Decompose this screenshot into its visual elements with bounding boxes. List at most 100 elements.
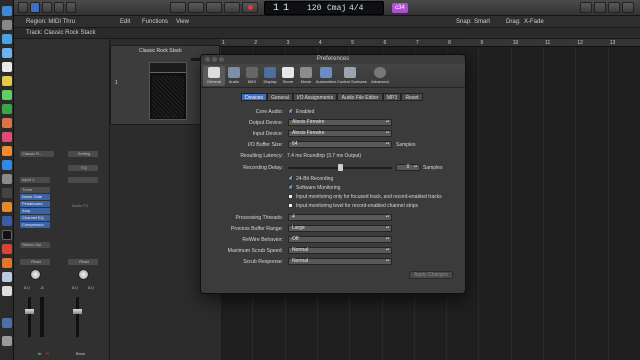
loop-browser-button[interactable] (608, 2, 620, 13)
system-preferences-icon[interactable] (2, 174, 12, 184)
notepad-button[interactable] (594, 2, 606, 13)
launchpad-icon[interactable] (2, 20, 12, 30)
record-enable-button[interactable]: R (46, 351, 49, 356)
output-slot[interactable]: Stereo Out (20, 242, 50, 248)
apply-changes-button[interactable]: Apply Changes (409, 271, 453, 279)
facetime-icon[interactable] (2, 104, 12, 114)
quicktime-icon[interactable] (2, 216, 12, 226)
cpu-badge[interactable]: c34 (392, 3, 408, 13)
edit-menu[interactable]: Edit (120, 19, 130, 25)
pan-knob[interactable] (30, 269, 41, 280)
tab-io-assignments[interactable]: I/O Assignments (293, 93, 337, 101)
lcd-display[interactable]: 1 1 120 Cmaj 4/4 (264, 1, 384, 15)
plugin-slot-compressor[interactable]: Compressor (20, 222, 50, 228)
forward-button[interactable] (188, 2, 204, 13)
buffer-range-popup[interactable]: Large (288, 225, 392, 232)
volume-fader-cap[interactable] (25, 309, 34, 314)
input-focused-checkbox[interactable] (288, 194, 293, 199)
garageband-icon[interactable] (2, 202, 12, 212)
tab-reset[interactable]: Reset (401, 93, 423, 101)
list-editors-button[interactable] (580, 2, 592, 13)
rewire-popup[interactable]: Off (288, 236, 392, 243)
calendar-icon[interactable] (2, 62, 12, 72)
input-device-popup[interactable]: Alesis Firewire (288, 130, 392, 137)
core-audio-checkbox[interactable] (288, 108, 293, 114)
textedit-icon[interactable] (2, 286, 12, 296)
plugin-slot-noise-gate[interactable]: Noise Gate (20, 194, 50, 200)
software-monitoring-checkbox[interactable] (288, 184, 293, 190)
snap-value[interactable]: Smart (474, 19, 490, 25)
toolbar-automation[interactable]: Automation (315, 66, 337, 86)
volume-fader-cap-output[interactable] (73, 309, 82, 314)
bar-ruler[interactable]: 1 2 3 4 5 6 7 8 9 10 11 12 13 (220, 39, 640, 47)
24bit-label[interactable]: 24-Bit Recording (296, 176, 333, 182)
terminal-icon[interactable] (2, 230, 12, 240)
chrome-icon[interactable] (2, 244, 12, 254)
tab-devices[interactable]: Devices (241, 93, 267, 101)
stop-button[interactable] (206, 2, 222, 13)
firefox-icon[interactable] (2, 258, 12, 268)
view-menu[interactable]: View (176, 19, 189, 25)
trash-icon[interactable] (2, 336, 12, 346)
plugin-slot-pedalboard[interactable]: Pedalboard (20, 201, 50, 207)
record-button[interactable] (242, 2, 258, 13)
tab-audio-file-editor[interactable]: Audio File Editor (337, 93, 383, 101)
toolbar-button[interactable] (42, 2, 52, 13)
scrub-speed-popup[interactable]: Normal (288, 247, 392, 254)
bounce-button[interactable]: Bnce (76, 351, 85, 356)
threads-popup[interactable]: 4 (288, 214, 392, 221)
track-name[interactable]: Classic Rock Stack (139, 48, 182, 54)
software-monitoring-label[interactable]: Software Monitoring (296, 185, 340, 191)
track-label[interactable]: Track: Classic Rock Stack (26, 30, 95, 36)
finder-icon[interactable] (2, 6, 12, 16)
functions-menu[interactable]: Functions (142, 19, 168, 25)
buffer-size-popup[interactable]: 64 (288, 141, 392, 148)
itunes-icon[interactable] (2, 132, 12, 142)
eq-slot[interactable]: EQ (68, 165, 98, 171)
output-device-popup[interactable]: Alesis Firewire (288, 119, 392, 126)
input-slot[interactable]: Input 1 (20, 177, 50, 183)
app-store-icon[interactable] (2, 160, 12, 170)
input-level-checkbox[interactable] (288, 203, 293, 208)
preview-icon[interactable] (2, 272, 12, 282)
smart-controls-button[interactable] (54, 2, 64, 13)
core-audio-checkbox-label[interactable]: Enabled (296, 109, 314, 115)
input-level-label[interactable]: Input monitoring level for record-enable… (296, 203, 418, 209)
recording-delay-thumb[interactable] (338, 164, 343, 171)
strip-name[interactable]: Classic R... (20, 151, 54, 157)
plugin-slot-amp[interactable]: Amp (20, 208, 50, 214)
play-button[interactable] (224, 2, 240, 13)
tab-general[interactable]: General (267, 93, 293, 101)
inspector-button[interactable] (30, 2, 40, 13)
toolbar-advanced[interactable]: Advanced (369, 66, 391, 86)
ibooks-icon[interactable] (2, 146, 12, 156)
volume-fader-output[interactable] (76, 297, 79, 337)
mail-icon[interactable] (2, 48, 12, 58)
24bit-checkbox[interactable] (288, 175, 293, 181)
photos-icon[interactable] (2, 118, 12, 128)
library-button[interactable] (18, 2, 28, 13)
pan-knob-output[interactable] (78, 269, 89, 280)
logic-pro-icon[interactable] (2, 188, 12, 198)
downloads-icon[interactable] (2, 318, 12, 328)
plugin-slot-tuner[interactable]: Tuner (20, 187, 50, 193)
browser-button[interactable] (622, 2, 634, 13)
mixer-button[interactable] (66, 2, 76, 13)
setting-slot[interactable]: Setting (68, 151, 98, 157)
volume-fader[interactable] (28, 297, 31, 337)
automation-mode-output[interactable]: Read (68, 259, 98, 265)
safari-icon[interactable] (2, 34, 12, 44)
toolbar-control-surfaces[interactable]: Control Surfaces (337, 66, 367, 86)
scrub-response-popup[interactable]: Normal (288, 258, 392, 265)
drag-value[interactable]: X-Fade (524, 19, 544, 25)
tab-mp3[interactable]: MP3 (383, 93, 401, 101)
messages-icon[interactable] (2, 90, 12, 100)
rewind-button[interactable] (170, 2, 186, 13)
input-focused-label[interactable]: Input monitoring only for focused track,… (296, 194, 442, 200)
automation-mode[interactable]: Read (20, 259, 50, 265)
recording-delay-stepper[interactable]: 0 (396, 164, 420, 171)
input-slot-output[interactable] (68, 177, 98, 183)
notes-icon[interactable] (2, 76, 12, 86)
region-label[interactable]: Region: MIDI Thru (26, 19, 75, 25)
plugin-slot-channel-eq[interactable]: Channel EQ (20, 215, 50, 221)
